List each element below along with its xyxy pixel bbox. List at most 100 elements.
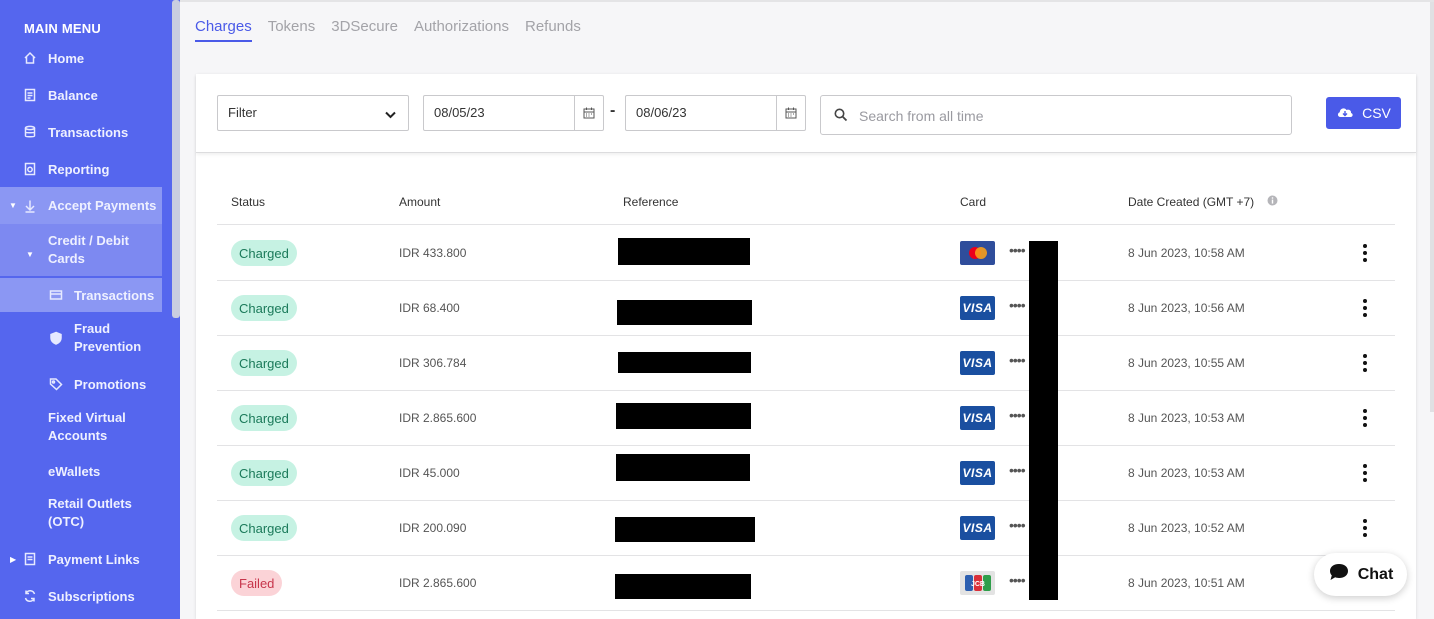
amount-cell: IDR 433.800 — [399, 246, 466, 260]
cloud-download-icon — [1336, 105, 1354, 122]
chevron-down-icon — [385, 107, 396, 122]
card-mask: •••• — [1009, 242, 1025, 258]
amount-cell: IDR 306.784 — [399, 356, 466, 370]
tab-refunds[interactable]: Refunds — [525, 18, 581, 42]
more-options-icon[interactable] — [1362, 519, 1368, 537]
jcb-text: JCB — [970, 581, 984, 588]
redacted-reference — [616, 403, 751, 429]
charges-panel: Filter 08/05/23 - 08/06/23 Search from a… — [196, 74, 1416, 619]
date-cell: 8 Jun 2023, 10:53 AM — [1128, 466, 1245, 480]
sidebar-item-home[interactable]: Home — [0, 47, 170, 69]
date-separator: - — [610, 102, 615, 120]
report-icon — [22, 161, 38, 177]
more-options-icon[interactable] — [1362, 244, 1368, 262]
redacted-reference — [618, 238, 750, 265]
sidebar-item-fraud-prevention[interactable]: Fraud Prevention — [0, 320, 170, 356]
card-mask: •••• — [1009, 572, 1025, 588]
mastercard-logo-icon — [960, 241, 995, 265]
sidebar-item-subscriptions[interactable]: Subscriptions — [0, 585, 170, 607]
redacted-reference — [615, 517, 755, 542]
sidebar-item-label: Accept Payments — [48, 198, 156, 213]
date-cell: 8 Jun 2023, 10:53 AM — [1128, 411, 1245, 425]
date-cell: 8 Jun 2023, 10:58 AM — [1128, 246, 1245, 260]
filter-select-value: Filter — [228, 105, 257, 120]
top-border — [180, 0, 1434, 2]
caret-right-icon: ▶ — [10, 555, 16, 564]
info-icon[interactable] — [1267, 195, 1278, 209]
status-badge: Charged — [231, 515, 297, 541]
jcb-logo-icon: JCB — [960, 571, 995, 595]
sidebar-item-ewallets[interactable]: eWallets — [0, 460, 170, 482]
tabs: Charges Tokens 3DSecure Authorizations R… — [195, 18, 581, 42]
table-row[interactable]: Charged IDR 200.090 VISA •••• 8 Jun 2023… — [217, 501, 1395, 556]
refresh-icon — [22, 588, 38, 604]
amount-cell: IDR 200.090 — [399, 521, 466, 535]
visa-logo-icon: VISA — [960, 296, 995, 320]
sidebar-item-retail-outlets[interactable]: Retail Outlets (OTC) — [0, 495, 170, 531]
sidebar-item-cards-transactions[interactable]: Transactions — [0, 278, 162, 312]
sidebar-item-label: Promotions — [74, 377, 146, 392]
table-row[interactable]: Charged IDR 433.800 •••• 8 Jun 2023, 10:… — [217, 226, 1395, 281]
redacted-reference — [618, 352, 751, 373]
amount-cell: IDR 68.400 — [399, 301, 460, 315]
sidebar-item-payment-links[interactable]: ▶ Payment Links — [0, 548, 170, 570]
tag-icon — [48, 376, 64, 392]
table-row[interactable]: Charged IDR 306.784 VISA •••• 8 Jun 2023… — [217, 336, 1395, 391]
table-header: Status Amount Reference Card Date Create… — [217, 177, 1395, 225]
header-date-created: Date Created (GMT +7) — [1128, 195, 1254, 209]
card-mask: •••• — [1009, 517, 1025, 533]
caret-down-icon: ▼ — [9, 201, 17, 210]
visa-logo-icon: VISA — [960, 461, 995, 485]
tab-authorizations[interactable]: Authorizations — [414, 18, 509, 42]
status-badge: Charged — [231, 405, 297, 431]
date-to-input[interactable]: 08/06/23 — [625, 95, 806, 131]
date-from-value: 08/05/23 — [434, 105, 485, 120]
table-row[interactable]: Charged IDR 45.000 VISA •••• 8 Jun 2023,… — [217, 446, 1395, 501]
sidebar-scrollbar[interactable] — [172, 0, 180, 318]
sidebar-item-transactions[interactable]: Transactions — [0, 121, 170, 143]
calendar-icon[interactable] — [776, 96, 805, 130]
status-badge: Charged — [231, 460, 297, 486]
status-badge: Failed — [231, 570, 282, 596]
sidebar-item-accept-payments[interactable]: ▼ Accept Payments — [0, 187, 162, 224]
tab-tokens[interactable]: Tokens — [268, 18, 316, 42]
search-icon — [834, 108, 848, 127]
tab-charges[interactable]: Charges — [195, 18, 252, 42]
more-options-icon[interactable] — [1362, 299, 1368, 317]
visa-logo-icon: VISA — [960, 406, 995, 430]
sidebar-item-reporting[interactable]: Reporting — [0, 158, 170, 180]
sidebar-item-balance[interactable]: Balance — [0, 84, 170, 106]
filter-select[interactable]: Filter — [217, 95, 409, 131]
more-options-icon[interactable] — [1362, 464, 1368, 482]
table-row[interactable]: Failed IDR 2.865.600 JCB •••• 8 Jun 2023… — [217, 556, 1395, 611]
csv-download-button[interactable]: CSV — [1326, 97, 1401, 129]
page-scrollbar[interactable] — [1430, 2, 1434, 412]
table-row[interactable]: Charged IDR 68.400 VISA •••• 8 Jun 2023,… — [217, 281, 1395, 336]
sidebar-item-credit-debit-cards[interactable]: ▼ Credit / Debit Cards — [0, 224, 162, 276]
tab-3dsecure[interactable]: 3DSecure — [331, 18, 398, 42]
more-options-icon[interactable] — [1362, 354, 1368, 372]
chat-button[interactable]: Chat — [1314, 553, 1407, 596]
table-row[interactable]: Charged IDR 2.865.600 VISA •••• 8 Jun 20… — [217, 391, 1395, 446]
amount-cell: IDR 45.000 — [399, 466, 460, 480]
status-badge: Charged — [231, 240, 297, 266]
chat-label: Chat — [1358, 566, 1394, 584]
sidebar-item-promotions[interactable]: Promotions — [0, 373, 170, 395]
sidebar-item-label: Transactions — [74, 288, 154, 303]
date-cell: 8 Jun 2023, 10:51 AM — [1128, 576, 1245, 590]
date-cell: 8 Jun 2023, 10:55 AM — [1128, 356, 1245, 370]
sidebar-item-fixed-virtual-accounts[interactable]: Fixed Virtual Accounts — [0, 409, 170, 445]
link-icon — [22, 551, 38, 567]
date-from-input[interactable]: 08/05/23 — [423, 95, 604, 131]
main-menu-heading: MAIN MENU — [24, 21, 101, 36]
search-placeholder: Search from all time — [859, 108, 983, 124]
header-amount: Amount — [399, 195, 440, 209]
more-options-icon[interactable] — [1362, 409, 1368, 427]
sidebar-item-label: Reporting — [48, 162, 109, 177]
date-cell: 8 Jun 2023, 10:56 AM — [1128, 301, 1245, 315]
search-input[interactable]: Search from all time — [820, 95, 1292, 135]
redacted-reference — [617, 300, 752, 325]
calendar-icon[interactable] — [574, 96, 603, 130]
shield-icon — [48, 330, 64, 346]
sidebar-item-label: Home — [48, 51, 84, 66]
